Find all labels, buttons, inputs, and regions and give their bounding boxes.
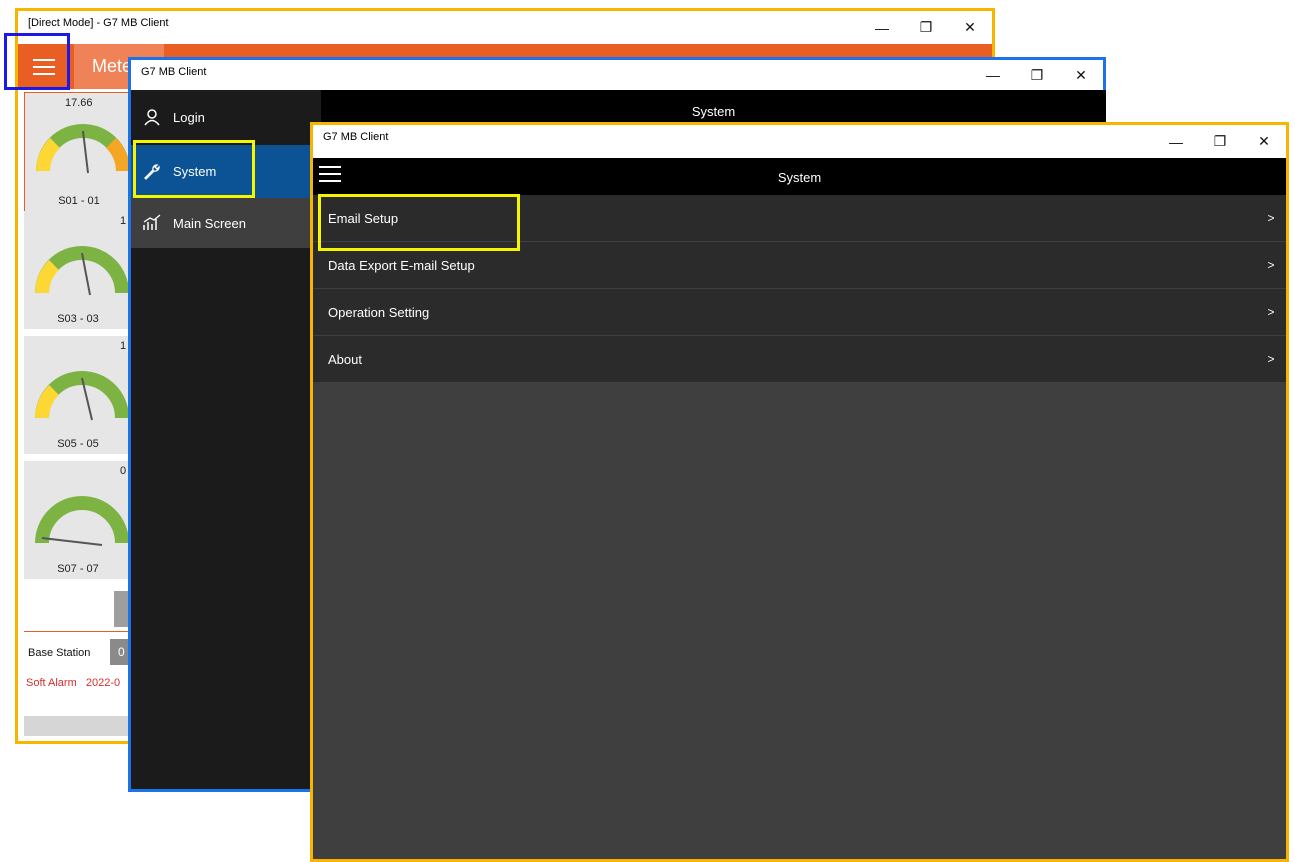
- gauge-value: 0: [120, 465, 127, 477]
- chevron-right-icon: >: [1267, 305, 1275, 319]
- gauge-icon: [35, 371, 129, 421]
- gauge-card[interactable]: 0 S07 - 07: [24, 461, 132, 579]
- menu-item-label: Operation Setting: [328, 304, 430, 320]
- menu-item-label: Data Export E-mail Setup: [328, 257, 475, 273]
- gauge-card[interactable]: 1 S03 - 03: [24, 211, 132, 329]
- minimize-button[interactable]: —: [1154, 125, 1198, 158]
- minimize-button[interactable]: —: [971, 60, 1015, 90]
- window-titlebar: G7 MB Client — ❐ ✕: [313, 125, 1286, 158]
- gauge-icon: [36, 124, 130, 174]
- gauge-value: 17.66: [65, 97, 93, 109]
- gauge-icon: [35, 246, 129, 296]
- gauge-label: S01 - 01: [58, 195, 100, 207]
- gauge-value: 1: [120, 215, 127, 227]
- highlight-box-system: [133, 140, 255, 198]
- divider: [24, 631, 134, 632]
- gauge-card[interactable]: 1 S05 - 05: [24, 336, 132, 454]
- maximize-button[interactable]: ❐: [1198, 125, 1242, 158]
- maximize-button[interactable]: ❐: [1015, 60, 1059, 90]
- nav-item-login[interactable]: Login: [131, 92, 321, 142]
- window-title: G7 MB Client: [323, 131, 389, 143]
- gauge-card[interactable]: 17.66 S01 - 01: [24, 92, 134, 212]
- menu-item-label: About: [328, 351, 362, 367]
- soft-alarm-text: Soft Alarm 2022-0: [26, 677, 121, 689]
- chevron-right-icon: >: [1267, 258, 1275, 272]
- gauge-value: 1: [120, 340, 127, 352]
- close-button[interactable]: ✕: [948, 11, 992, 44]
- close-button[interactable]: ✕: [1059, 60, 1103, 90]
- nav-item-label: Login: [173, 109, 205, 125]
- gauge-label: S03 - 03: [57, 313, 99, 325]
- chart-icon: [143, 214, 161, 230]
- nav-item-label: Main Screen: [173, 215, 246, 231]
- close-button[interactable]: ✕: [1242, 125, 1286, 158]
- maximize-button[interactable]: ❐: [904, 11, 948, 44]
- nav-item-main-screen[interactable]: Main Screen: [131, 198, 321, 248]
- gauge-icon: [35, 496, 129, 546]
- highlight-box-email-setup: [318, 194, 520, 251]
- gauge-label: S07 - 07: [57, 563, 99, 575]
- window-titlebar: [Direct Mode] - G7 MB Client — ❐ ✕: [18, 11, 992, 44]
- minimize-button[interactable]: —: [860, 11, 904, 44]
- user-icon: [144, 109, 160, 126]
- chevron-right-icon: >: [1267, 352, 1275, 366]
- window-titlebar: G7 MB Client — ❐ ✕: [131, 60, 1103, 90]
- gauge-label: S05 - 05: [57, 438, 99, 450]
- menu-item-operation-setting[interactable]: Operation Setting >: [313, 289, 1286, 336]
- menu-item-about[interactable]: About >: [313, 336, 1286, 383]
- window-title: G7 MB Client: [141, 66, 207, 78]
- window-title: [Direct Mode] - G7 MB Client: [28, 17, 169, 29]
- status-bar: [24, 716, 134, 736]
- chevron-right-icon: >: [1267, 211, 1275, 225]
- system-header-bar: System: [313, 158, 1286, 195]
- highlight-box-hamburger: [4, 33, 70, 90]
- page-title: System: [777, 170, 822, 185]
- base-station-label: Base Station: [28, 647, 91, 659]
